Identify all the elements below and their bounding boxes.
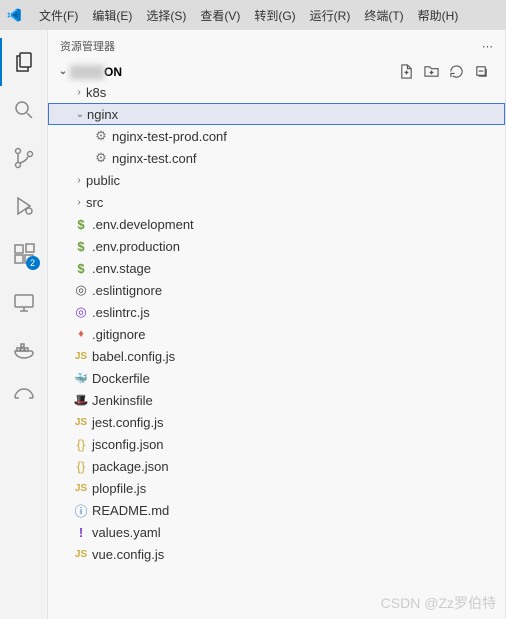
item-label: Jenkinsfile bbox=[92, 393, 153, 408]
collapse-all-icon[interactable] bbox=[474, 64, 489, 79]
root-name-hidden: ████ bbox=[70, 65, 104, 79]
run-debug-icon[interactable] bbox=[0, 182, 48, 230]
dollar-icon: $ bbox=[72, 261, 90, 276]
title-bar: 文件(F) 编辑(E) 选择(S) 查看(V) 转到(G) 运行(R) 终端(T… bbox=[0, 0, 506, 30]
dollar-icon: $ bbox=[72, 217, 90, 232]
chevron-down-icon: ⌄ bbox=[56, 66, 70, 77]
file-row[interactable]: ♦.gitignore bbox=[48, 323, 505, 345]
jenkins-icon: 🎩 bbox=[72, 393, 90, 407]
folder-row[interactable]: ›public bbox=[48, 169, 505, 191]
info-icon: ⓘ bbox=[72, 501, 90, 520]
menu-file[interactable]: 文件(F) bbox=[32, 7, 85, 24]
explorer-title: 资源管理器 bbox=[60, 38, 115, 54]
search-icon[interactable] bbox=[0, 86, 48, 134]
js-icon: JS bbox=[72, 351, 90, 362]
gear-icon: ⚙ bbox=[92, 150, 110, 166]
file-row[interactable]: 🎩Jenkinsfile bbox=[48, 389, 505, 411]
explorer-icon[interactable] bbox=[0, 38, 48, 86]
file-row[interactable]: JSbabel.config.js bbox=[48, 345, 505, 367]
item-label: Dockerfile bbox=[92, 371, 150, 386]
item-label: README.md bbox=[92, 503, 169, 518]
file-tree: ›k8s⌄nginx⚙nginx-test-prod.conf⚙nginx-te… bbox=[48, 81, 505, 619]
item-label: .env.production bbox=[92, 239, 180, 254]
file-row[interactable]: ◎.eslintignore bbox=[48, 279, 505, 301]
file-row[interactable]: $.env.development bbox=[48, 213, 505, 235]
file-row[interactable]: ⚙nginx-test-prod.conf bbox=[48, 125, 505, 147]
source-control-icon[interactable] bbox=[0, 134, 48, 182]
item-label: .env.development bbox=[92, 217, 194, 232]
eslint-icon: ◎ bbox=[72, 304, 90, 320]
file-row[interactable]: {}jsconfig.json bbox=[48, 433, 505, 455]
workspace-root[interactable]: ⌄ ████ ON bbox=[48, 62, 505, 81]
file-row[interactable]: ⓘREADME.md bbox=[48, 499, 505, 521]
file-row[interactable]: ⚙nginx-test.conf bbox=[48, 147, 505, 169]
folder-row[interactable]: ›k8s bbox=[48, 81, 505, 103]
file-row[interactable]: JSjest.config.js bbox=[48, 411, 505, 433]
item-label: nginx bbox=[87, 107, 118, 122]
file-row[interactable]: !values.yaml bbox=[48, 521, 505, 543]
new-file-icon[interactable] bbox=[399, 64, 414, 79]
chevron-right-icon: › bbox=[72, 87, 86, 98]
dollar-icon: $ bbox=[72, 239, 90, 254]
root-name-suffix: ON bbox=[104, 65, 122, 79]
menu-edit[interactable]: 编辑(E) bbox=[85, 7, 139, 24]
item-label: nginx-test.conf bbox=[112, 151, 197, 166]
file-row[interactable]: $.env.stage bbox=[48, 257, 505, 279]
menu-goto[interactable]: 转到(G) bbox=[247, 7, 302, 24]
item-label: plopfile.js bbox=[92, 481, 146, 496]
js-icon: JS bbox=[72, 483, 90, 494]
file-row[interactable]: {}package.json bbox=[48, 455, 505, 477]
file-row[interactable]: JSvue.config.js bbox=[48, 543, 505, 565]
explorer-sidebar: 资源管理器 ⋯ ⌄ ████ ON ›k8s⌄nginx⚙nginx-test-… bbox=[48, 30, 506, 619]
item-label: .eslintrc.js bbox=[92, 305, 150, 320]
file-row[interactable]: 🐳Dockerfile bbox=[48, 367, 505, 389]
file-row[interactable]: JSplopfile.js bbox=[48, 477, 505, 499]
menu-select[interactable]: 选择(S) bbox=[139, 7, 193, 24]
gitlens-icon[interactable] bbox=[0, 374, 48, 422]
item-label: .env.stage bbox=[92, 261, 151, 276]
item-label: values.yaml bbox=[92, 525, 161, 540]
folder-row[interactable]: ›src bbox=[48, 191, 505, 213]
activity-bar: 2 bbox=[0, 30, 48, 619]
folder-row[interactable]: ⌄nginx bbox=[48, 103, 505, 125]
menu-view[interactable]: 查看(V) bbox=[193, 7, 247, 24]
json-icon: {} bbox=[72, 437, 90, 452]
item-label: .gitignore bbox=[92, 327, 145, 342]
yaml-icon: ! bbox=[72, 525, 90, 540]
refresh-icon[interactable] bbox=[449, 64, 464, 79]
item-label: .eslintignore bbox=[92, 283, 162, 298]
new-folder-icon[interactable] bbox=[424, 64, 439, 79]
js-icon: JS bbox=[72, 417, 90, 428]
menu-terminal[interactable]: 终端(T) bbox=[357, 7, 410, 24]
item-label: jest.config.js bbox=[92, 415, 164, 430]
remote-icon[interactable] bbox=[0, 278, 48, 326]
item-label: vue.config.js bbox=[92, 547, 164, 562]
gear-icon: ⚙ bbox=[92, 128, 110, 144]
docker-icon: 🐳 bbox=[72, 372, 90, 385]
menu-run[interactable]: 运行(R) bbox=[303, 7, 358, 24]
chevron-right-icon: › bbox=[72, 175, 86, 186]
more-actions-icon[interactable]: ⋯ bbox=[482, 40, 493, 53]
file-row[interactable]: ◎.eslintrc.js bbox=[48, 301, 505, 323]
item-label: babel.config.js bbox=[92, 349, 175, 364]
item-label: jsconfig.json bbox=[92, 437, 164, 452]
docker-icon[interactable] bbox=[0, 326, 48, 374]
json-icon: {} bbox=[72, 459, 90, 474]
extensions-icon[interactable]: 2 bbox=[0, 230, 48, 278]
item-label: k8s bbox=[86, 85, 106, 100]
item-label: public bbox=[86, 173, 120, 188]
item-label: nginx-test-prod.conf bbox=[112, 129, 227, 144]
eslint-icon: ◎ bbox=[72, 282, 90, 298]
file-row[interactable]: $.env.production bbox=[48, 235, 505, 257]
chevron-right-icon: › bbox=[72, 197, 86, 208]
vscode-logo-icon bbox=[4, 5, 24, 25]
menu-help[interactable]: 帮助(H) bbox=[411, 7, 466, 24]
js-icon: JS bbox=[72, 549, 90, 560]
item-label: src bbox=[86, 195, 103, 210]
git-icon: ♦ bbox=[72, 328, 90, 340]
extensions-badge: 2 bbox=[26, 256, 40, 270]
chevron-down-icon: ⌄ bbox=[73, 109, 87, 120]
item-label: package.json bbox=[92, 459, 169, 474]
